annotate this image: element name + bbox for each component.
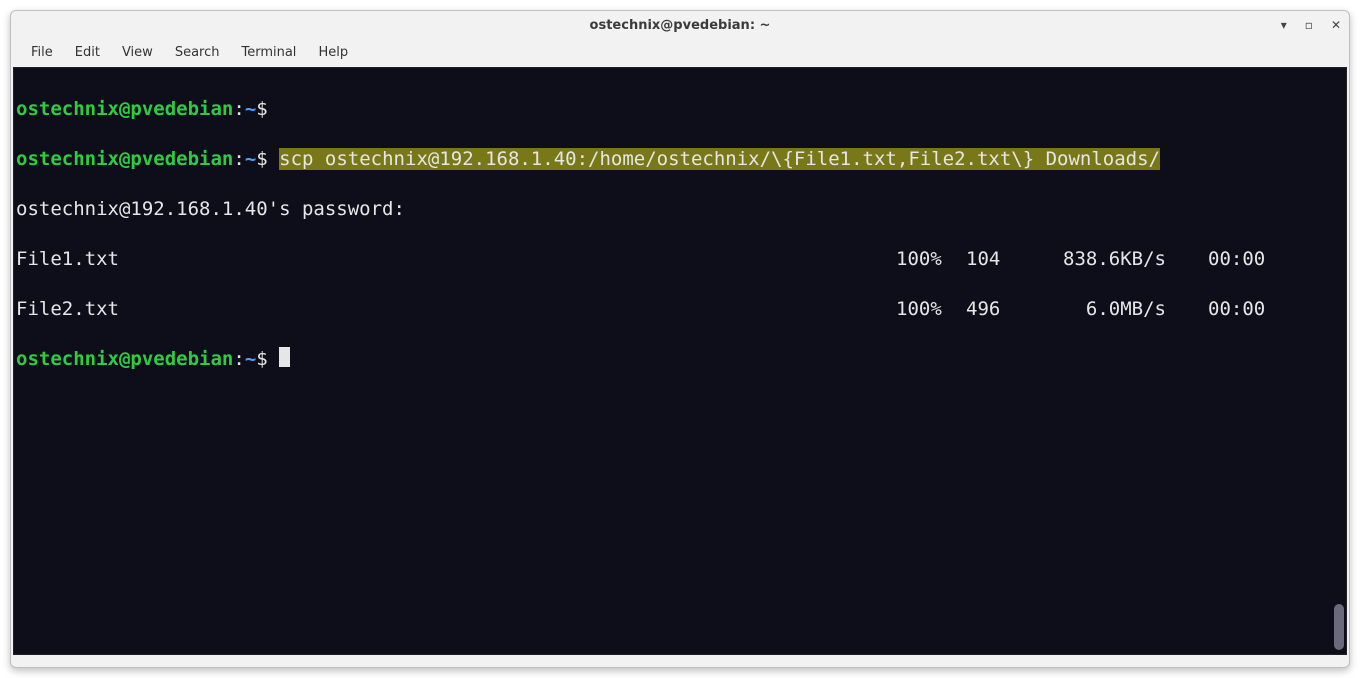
terminal-window: ostechnix@pvedebian: ~ ▾ ▫ ✕ File Edit V… xyxy=(10,10,1350,668)
minimize-button[interactable]: ▾ xyxy=(1281,19,1287,31)
terminal-viewport[interactable]: ostechnix@pvedebian:~$ ostechnix@pvedebi… xyxy=(13,67,1347,655)
menubar: File Edit View Search Terminal Help xyxy=(11,39,1349,65)
prompt-host: pvedebian xyxy=(130,348,233,370)
menu-help[interactable]: Help xyxy=(308,42,358,63)
prompt-colon: : xyxy=(233,348,244,370)
scp-command: scp ostechnix@192.168.1.40:/home/ostechn… xyxy=(279,148,1160,170)
terminal-viewport-wrap: ostechnix@pvedebian:~$ ostechnix@pvedebi… xyxy=(11,65,1349,667)
menu-search[interactable]: Search xyxy=(165,42,230,63)
cursor-block xyxy=(279,347,290,367)
scrollbar-thumb[interactable] xyxy=(1334,604,1344,650)
file-pct: 100% xyxy=(896,247,966,272)
close-button[interactable]: ✕ xyxy=(1331,19,1341,31)
file-speed: 838.6KB/s xyxy=(1036,247,1166,272)
file-bytes: 104 xyxy=(966,247,1036,272)
file-bytes: 496 xyxy=(966,297,1036,322)
prompt-host: pvedebian xyxy=(130,148,233,170)
prompt-path: ~ xyxy=(245,98,256,120)
prompt-line-1: ostechnix@pvedebian:~$ xyxy=(16,97,1344,122)
file-speed: 6.0MB/s xyxy=(1036,297,1166,322)
prompt-line-2: ostechnix@pvedebian:~$ scp ostechnix@192… xyxy=(16,147,1344,172)
transfer-row-1: File1.txt 100%104838.6KB/s 00:00 xyxy=(16,247,1344,272)
menu-edit[interactable]: Edit xyxy=(65,42,110,63)
titlebar[interactable]: ostechnix@pvedebian: ~ ▾ ▫ ✕ xyxy=(11,11,1349,39)
file-name: File2.txt xyxy=(16,297,119,322)
menu-terminal[interactable]: Terminal xyxy=(231,42,306,63)
prompt-dollar: $ xyxy=(256,98,267,120)
prompt-path: ~ xyxy=(245,348,256,370)
menu-view[interactable]: View xyxy=(112,42,163,63)
maximize-button[interactable]: ▫ xyxy=(1305,19,1313,31)
prompt-dollar: $ xyxy=(256,148,267,170)
prompt-at: @ xyxy=(119,148,130,170)
file-eta: 00:00 xyxy=(1208,297,1274,322)
prompt-user: ostechnix xyxy=(16,98,119,120)
prompt-line-3: ostechnix@pvedebian:~$ xyxy=(16,347,1344,372)
prompt-user: ostechnix xyxy=(16,348,119,370)
prompt-at: @ xyxy=(119,348,130,370)
password-prompt: ostechnix@192.168.1.40's password: xyxy=(16,198,405,220)
transfer-row-2: File2.txt 100%4966.0MB/s 00:00 xyxy=(16,297,1344,322)
file-eta: 00:00 xyxy=(1208,247,1274,272)
prompt-colon: : xyxy=(233,148,244,170)
prompt-host: pvedebian xyxy=(130,98,233,120)
prompt-path: ~ xyxy=(245,148,256,170)
window-controls: ▾ ▫ ✕ xyxy=(1281,11,1341,39)
prompt-dollar: $ xyxy=(256,348,267,370)
prompt-colon: : xyxy=(233,98,244,120)
window-title: ostechnix@pvedebian: ~ xyxy=(590,18,771,33)
prompt-user: ostechnix xyxy=(16,148,119,170)
password-line: ostechnix@192.168.1.40's password: xyxy=(16,197,1344,222)
prompt-at: @ xyxy=(119,98,130,120)
menu-file[interactable]: File xyxy=(21,42,63,63)
file-name: File1.txt xyxy=(16,247,119,272)
file-pct: 100% xyxy=(896,297,966,322)
